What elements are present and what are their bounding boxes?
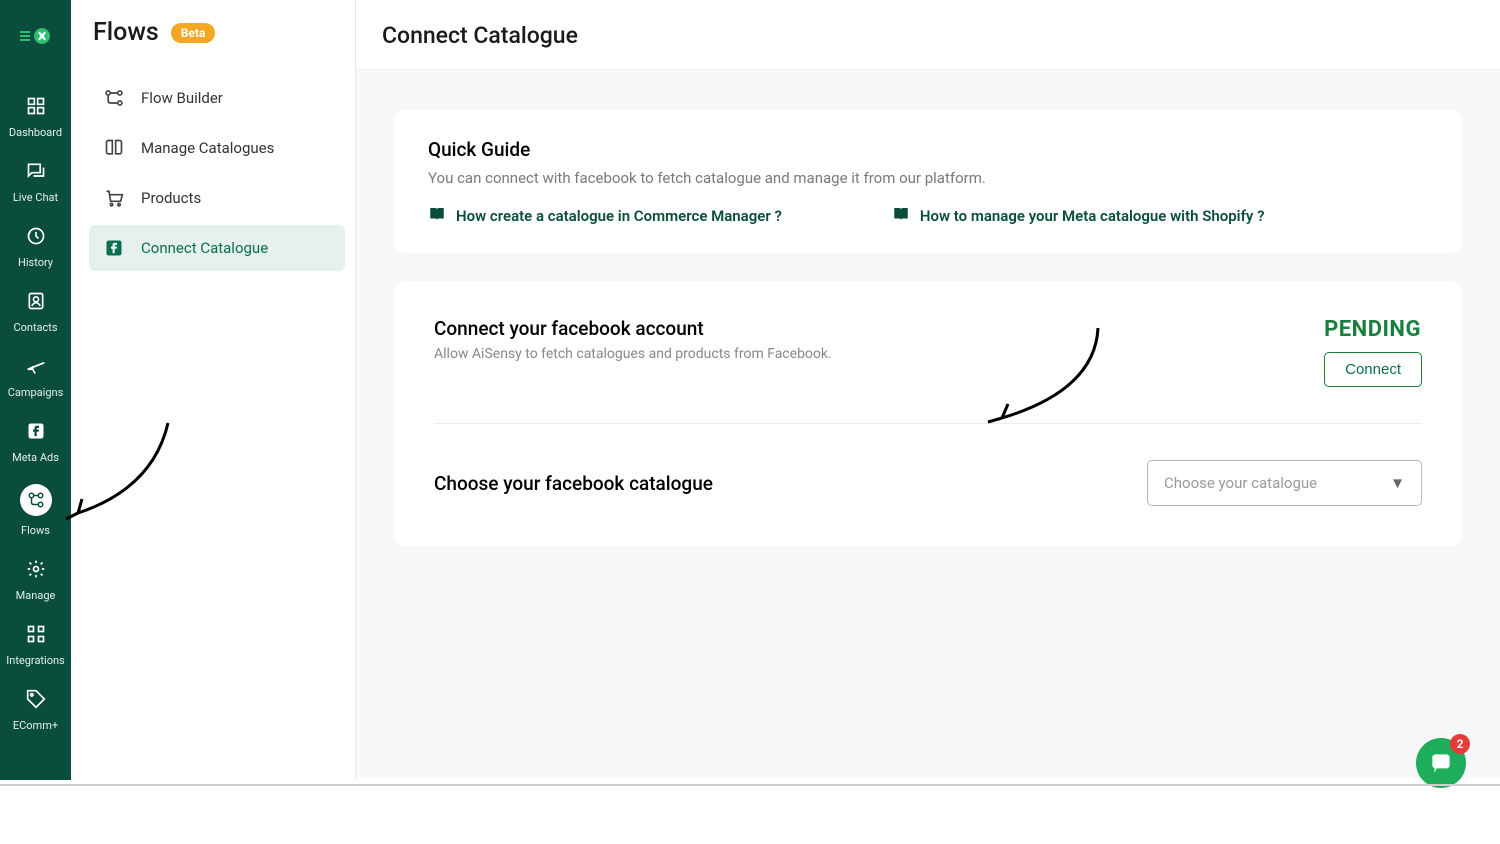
nav-manage[interactable]: Manage <box>0 547 71 612</box>
guide-link-commerce-manager[interactable]: How create a catalogue in Commerce Manag… <box>428 205 782 227</box>
secondary-header: Flows Beta <box>89 18 345 47</box>
secondary-nav: Flows Beta Flow Builder Manage Catalogue… <box>71 0 356 780</box>
history-icon <box>24 224 48 248</box>
sidebar-item-products[interactable]: Products <box>89 175 345 221</box>
nav-label: Contacts <box>13 321 57 334</box>
flows-icon <box>20 484 52 516</box>
sidebar-item-label: Connect Catalogue <box>141 239 268 257</box>
guide-link-label: How create a catalogue in Commerce Manag… <box>456 207 782 225</box>
sidebar-item-label: Manage Catalogues <box>141 139 274 157</box>
secondary-title: Flows <box>93 18 159 47</box>
app-logo <box>18 18 54 54</box>
main-header: Connect Catalogue <box>356 0 1500 70</box>
nav-campaigns[interactable]: Campaigns <box>0 344 71 409</box>
bottom-divider <box>0 784 1500 786</box>
guide-description: You can connect with facebook to fetch c… <box>428 169 1428 187</box>
nav-label: Flows <box>21 524 50 537</box>
nav-contacts[interactable]: Contacts <box>0 279 71 344</box>
chevron-down-icon: ▼ <box>1390 474 1405 492</box>
facebook-icon <box>103 237 125 259</box>
nav-label: Integrations <box>6 654 64 667</box>
nav-label: Meta Ads <box>12 451 59 464</box>
book-icon <box>892 205 910 227</box>
nav-flows[interactable]: Flows <box>0 474 71 547</box>
quick-guide-card: Quick Guide You can connect with faceboo… <box>394 110 1462 253</box>
tag-icon <box>24 687 48 711</box>
sidebar-item-flow-builder[interactable]: Flow Builder <box>89 75 345 121</box>
dashboard-icon <box>24 94 48 118</box>
nav-live-chat[interactable]: Live Chat <box>0 149 71 214</box>
campaigns-icon <box>24 354 48 378</box>
choose-title: Choose your facebook catalogue <box>434 472 713 495</box>
sidebar-item-connect-catalogue[interactable]: Connect Catalogue <box>89 225 345 271</box>
flow-builder-icon <box>103 87 125 109</box>
sidebar-item-manage-catalogues[interactable]: Manage Catalogues <box>89 125 345 171</box>
nav-ecomm[interactable]: EComm+ <box>0 677 71 742</box>
nav-history[interactable]: History <box>0 214 71 279</box>
chat-icon <box>24 159 48 183</box>
integrations-icon <box>24 622 48 646</box>
sidebar-item-label: Products <box>141 189 201 207</box>
primary-nav: Dashboard Live Chat History Contacts Cam… <box>0 0 71 780</box>
nav-integrations[interactable]: Integrations <box>0 612 71 677</box>
dropdown-placeholder: Choose your catalogue <box>1164 474 1317 492</box>
nav-dashboard[interactable]: Dashboard <box>0 84 71 149</box>
connect-title: Connect your facebook account <box>434 317 832 340</box>
nav-label: Dashboard <box>9 126 62 139</box>
gear-icon <box>24 557 48 581</box>
main-content: Connect Catalogue Quick Guide You can co… <box>356 0 1500 780</box>
guide-links: How create a catalogue in Commerce Manag… <box>428 205 1428 227</box>
nav-label: Live Chat <box>13 191 58 204</box>
facebook-icon <box>24 419 48 443</box>
nav-label: History <box>18 256 53 269</box>
beta-badge: Beta <box>171 23 216 43</box>
catalogue-dropdown[interactable]: Choose your catalogue ▼ <box>1147 460 1422 506</box>
guide-link-label: How to manage your Meta catalogue with S… <box>920 207 1265 225</box>
connection-status: PENDING <box>1324 317 1422 342</box>
book-icon <box>103 137 125 159</box>
connect-card: Connect your facebook account Allow AiSe… <box>394 281 1462 546</box>
page-title: Connect Catalogue <box>382 22 1474 49</box>
intercom-chat-button[interactable]: 2 <box>1416 738 1466 788</box>
nav-meta-ads[interactable]: Meta Ads <box>0 409 71 474</box>
connect-facebook-row: Connect your facebook account Allow AiSe… <box>434 317 1422 424</box>
book-icon <box>428 205 446 227</box>
nav-label: Campaigns <box>8 386 64 399</box>
chat-notification-badge: 2 <box>1450 734 1470 754</box>
contacts-icon <box>24 289 48 313</box>
nav-label: EComm+ <box>13 719 58 732</box>
guide-link-shopify[interactable]: How to manage your Meta catalogue with S… <box>892 205 1265 227</box>
connect-left: Connect your facebook account Allow AiSe… <box>434 317 832 362</box>
connect-description: Allow AiSensy to fetch catalogues and pr… <box>434 346 832 362</box>
choose-catalogue-row: Choose your facebook catalogue Choose yo… <box>434 460 1422 506</box>
chat-bubble-icon <box>1428 750 1454 776</box>
sidebar-item-label: Flow Builder <box>141 89 223 107</box>
cart-icon <box>103 187 125 209</box>
guide-title: Quick Guide <box>428 138 1428 161</box>
nav-label: Manage <box>16 589 56 602</box>
content-area: Quick Guide You can connect with faceboo… <box>356 70 1500 778</box>
connect-right: PENDING Connect <box>1324 317 1422 387</box>
connect-button[interactable]: Connect <box>1324 352 1422 387</box>
